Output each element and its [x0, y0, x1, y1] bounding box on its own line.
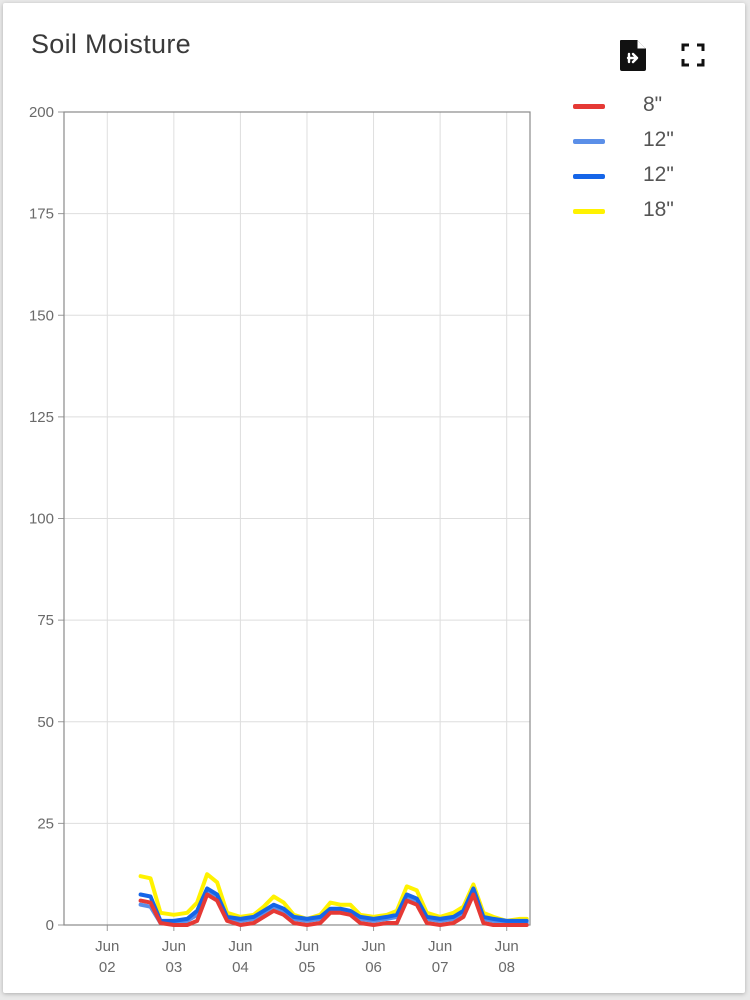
y-tick-label: 200: [29, 104, 54, 121]
x-tick-label-day: 07: [432, 959, 449, 976]
y-tick-label: 100: [29, 511, 54, 528]
x-tick-label-day: 04: [232, 959, 249, 976]
y-tick-label: 125: [29, 409, 54, 426]
x-tick-label-day: 06: [365, 959, 382, 976]
x-tick-label-day: 03: [165, 959, 182, 976]
x-tick-label-month: Jun: [162, 938, 186, 955]
y-tick-label: 50: [37, 714, 54, 731]
x-tick-label-day: 05: [299, 959, 316, 976]
y-tick-label: 175: [29, 206, 54, 223]
y-tick-label: 150: [29, 307, 54, 324]
soil-moisture-chart: 0 25 50 75 100 125 150 175 200 Jun 02 Jun 03 Jun 04 Jun…: [29, 104, 531, 976]
x-tick-label-day: 02: [99, 959, 116, 976]
y-tick-label: 25: [37, 815, 54, 832]
x-tick-label-month: Jun: [95, 938, 119, 955]
x-tick-label-month: Jun: [295, 938, 319, 955]
y-tick-label: 0: [46, 917, 54, 934]
x-tick-label-month: Jun: [495, 938, 519, 955]
x-tick-label-month: Jun: [428, 938, 452, 955]
x-tick-label-month: Jun: [228, 938, 252, 955]
x-tick-label-month: Jun: [361, 938, 385, 955]
y-tick-label: 75: [37, 612, 54, 629]
x-tick-label-day: 08: [498, 959, 515, 976]
